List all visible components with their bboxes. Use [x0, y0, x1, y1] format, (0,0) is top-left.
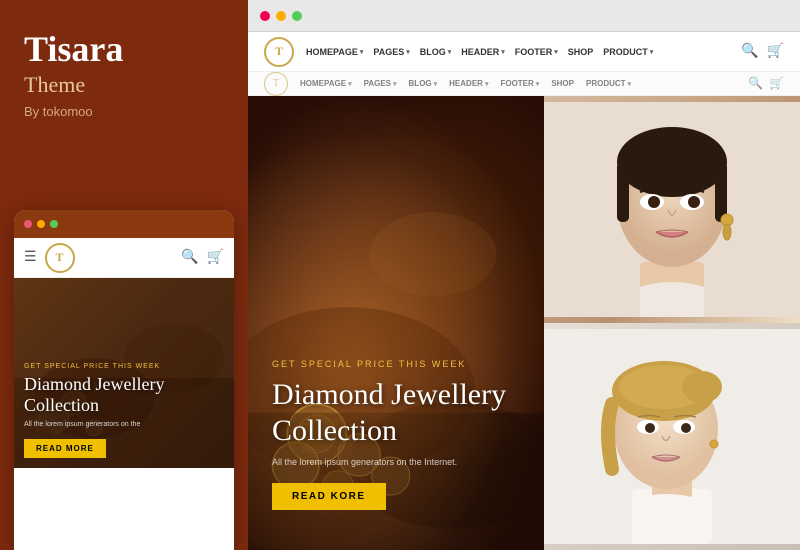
cart-icon[interactable]: 🛒	[207, 249, 224, 266]
site-main: GET SPECIAL PRICE THIS WEEK Diamond Jewe…	[248, 96, 800, 550]
nav-items: HOMEPAGE ▾ PAGES ▾ BLOG ▾ HEADER ▾ FOOTE…	[306, 47, 729, 57]
site-logo-2: T	[264, 72, 288, 96]
mobile-hero-content: GET SPECIAL PRICE THIS WEEK Diamond Jewe…	[24, 363, 224, 428]
nav-icons-2: 🔍 🛒	[748, 76, 784, 91]
hero-area: GET SPECIAL PRICE THIS WEEK Diamond Jewe…	[248, 96, 544, 550]
nav-item-2-product[interactable]: PRODUCT ▾	[586, 79, 631, 88]
browser-dot-green	[292, 11, 302, 21]
brand-by: By tokomoo	[24, 104, 224, 119]
nav-item-homepage[interactable]: HOMEPAGE ▾	[306, 47, 363, 57]
mobile-nav: ☰ T 🔍 🛒	[14, 238, 234, 278]
mobile-dot-green	[50, 220, 58, 228]
mobile-hero-desc: All the lorem ipsum generators on the	[24, 421, 224, 428]
site-logo: T	[264, 37, 294, 67]
site-search-icon[interactable]: 🔍	[741, 43, 758, 60]
hero-title: Diamond Jewellery Collection	[272, 377, 520, 449]
nav-item-2-homepage[interactable]: HOMEPAGE ▾	[300, 79, 352, 88]
nav-item-product[interactable]: PRODUCT ▾	[603, 47, 653, 57]
mobile-mockup: ☰ T 🔍 🛒 GE	[14, 210, 234, 550]
nav-icons: 🔍 🛒	[741, 43, 784, 60]
site-nav-2: T HOMEPAGE ▾ PAGES ▾ BLOG ▾ HEADER ▾ FOO…	[248, 72, 800, 96]
nav-item-2-shop[interactable]: SHOP	[551, 79, 574, 88]
browser-dot-yellow	[276, 11, 286, 21]
mobile-hero: GET SPECIAL PRICE THIS WEEK Diamond Jewe…	[14, 278, 234, 468]
brand-title: Tisara	[24, 30, 224, 70]
nav-item-footer[interactable]: FOOTER ▾	[515, 47, 558, 57]
mobile-hero-small-text: GET SPECIAL PRICE THIS WEEK	[24, 363, 224, 370]
mobile-nav-icons: 🔍 🛒	[181, 249, 224, 266]
nav-item-2-pages[interactable]: PAGES ▾	[364, 79, 397, 88]
nav-item-shop[interactable]: SHOP	[568, 47, 594, 57]
nav-item-2-blog[interactable]: BLOG ▾	[409, 79, 438, 88]
hero-desc: All the lorem ipsum generators on the In…	[272, 457, 520, 467]
search-icon-2[interactable]: 🔍	[748, 76, 763, 91]
nav-item-pages[interactable]: PAGES ▾	[373, 47, 409, 57]
nav-item-2-footer[interactable]: FOOTER ▾	[500, 79, 539, 88]
browser-chrome	[248, 0, 800, 32]
hero-content: GET SPECIAL PRICE THIS WEEK Diamond Jewe…	[272, 359, 520, 510]
hero-small-text: GET SPECIAL PRICE THIS WEEK	[272, 359, 520, 369]
nav-item-blog[interactable]: BLOG ▾	[420, 47, 452, 57]
hamburger-icon[interactable]: ☰	[24, 249, 37, 266]
site-nav: T HOMEPAGE ▾ PAGES ▾ BLOG ▾ HEADER ▾ FOO…	[248, 32, 800, 72]
brand-subtitle: Theme	[24, 72, 224, 98]
mobile-hero-title: Diamond Jewellery Collection	[24, 374, 224, 417]
mobile-read-more-button[interactable]: READ MORE	[24, 439, 106, 458]
left-panel: Tisara Theme By tokomoo ☰ T 🔍 🛒	[0, 0, 248, 550]
mobile-logo: T	[45, 243, 75, 273]
site-cart-icon[interactable]: 🛒	[767, 43, 784, 60]
browser-dot-red	[260, 11, 270, 21]
hero-read-more-button[interactable]: Read KORE	[272, 483, 386, 510]
portrait-top	[544, 96, 800, 323]
cart-icon-2[interactable]: 🛒	[769, 76, 784, 91]
mobile-dot-yellow	[37, 220, 45, 228]
portrait-top-svg	[544, 96, 800, 323]
portrait-bottom	[544, 323, 800, 550]
nav-item-2-header[interactable]: HEADER ▾	[449, 79, 488, 88]
right-panel: T HOMEPAGE ▾ PAGES ▾ BLOG ▾ HEADER ▾ FOO…	[248, 0, 800, 550]
search-icon[interactable]: 🔍	[181, 249, 198, 266]
portrait-bottom-svg	[544, 323, 800, 550]
nav-item-header[interactable]: HEADER ▾	[461, 47, 505, 57]
portraits-column	[544, 96, 800, 550]
mobile-top-bar	[14, 210, 234, 238]
mobile-dot-red	[24, 220, 32, 228]
